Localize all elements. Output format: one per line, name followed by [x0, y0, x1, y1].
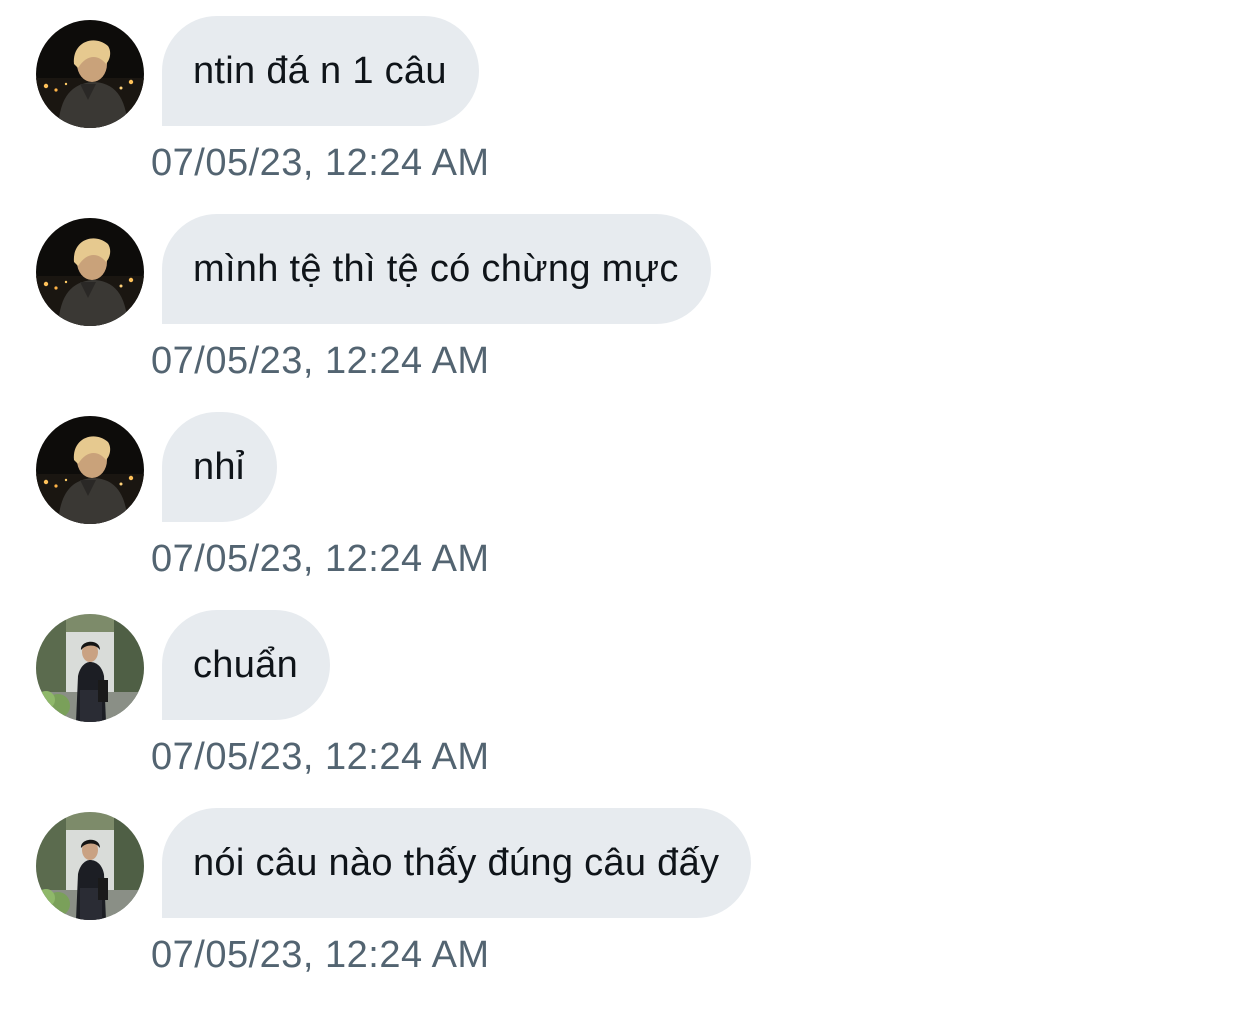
message-row: chuẩn 07/05/23, 12:24 AM [0, 594, 1242, 792]
avatar-user-a-image [36, 416, 144, 524]
message-text: ntin đá n 1 câu [193, 49, 447, 92]
message-timestamp: 07/05/23, 12:24 AM [151, 142, 490, 184]
message-text: nói câu nào thấy đúng câu đấy [193, 841, 720, 884]
message-bubble[interactable]: ntin đá n 1 câu [162, 16, 479, 126]
avatar-user-a-image [36, 218, 144, 326]
message-text: nhỉ [193, 445, 245, 488]
message-bubble[interactable]: nói câu nào thấy đúng câu đấy [162, 808, 752, 918]
message-row: ntin đá n 1 câu 07/05/23, 12:24 AM [0, 0, 1242, 198]
message-row: nhỉ 07/05/23, 12:24 AM [0, 396, 1242, 594]
message-text: chuẩn [193, 643, 299, 686]
message-timestamp: 07/05/23, 12:24 AM [151, 340, 490, 382]
message-timestamp: 07/05/23, 12:24 AM [151, 736, 490, 778]
avatar-user-a[interactable] [36, 20, 144, 128]
avatar-user-b[interactable] [36, 812, 144, 920]
message-bubble[interactable]: mình tệ thì tệ có chừng mực [162, 214, 711, 324]
message-thread: ntin đá n 1 câu 07/05/23, 12:24 AM mình … [0, 0, 1242, 1020]
avatar-user-a-image [36, 20, 144, 128]
avatar-user-a[interactable] [36, 416, 144, 524]
message-timestamp: 07/05/23, 12:24 AM [151, 538, 490, 580]
message-row: nói câu nào thấy đúng câu đấy 07/05/23, … [0, 792, 1242, 990]
message-row: mình tệ thì tệ có chừng mực 07/05/23, 12… [0, 198, 1242, 396]
message-text: mình tệ thì tệ có chừng mực [193, 247, 679, 290]
message-bubble[interactable]: nhỉ [162, 412, 277, 522]
avatar-user-b-image [36, 812, 144, 920]
avatar-user-b[interactable] [36, 614, 144, 722]
avatar-user-a[interactable] [36, 218, 144, 326]
message-bubble[interactable]: chuẩn [162, 610, 331, 720]
message-timestamp: 07/05/23, 12:24 AM [151, 934, 490, 976]
avatar-user-b-image [36, 614, 144, 722]
